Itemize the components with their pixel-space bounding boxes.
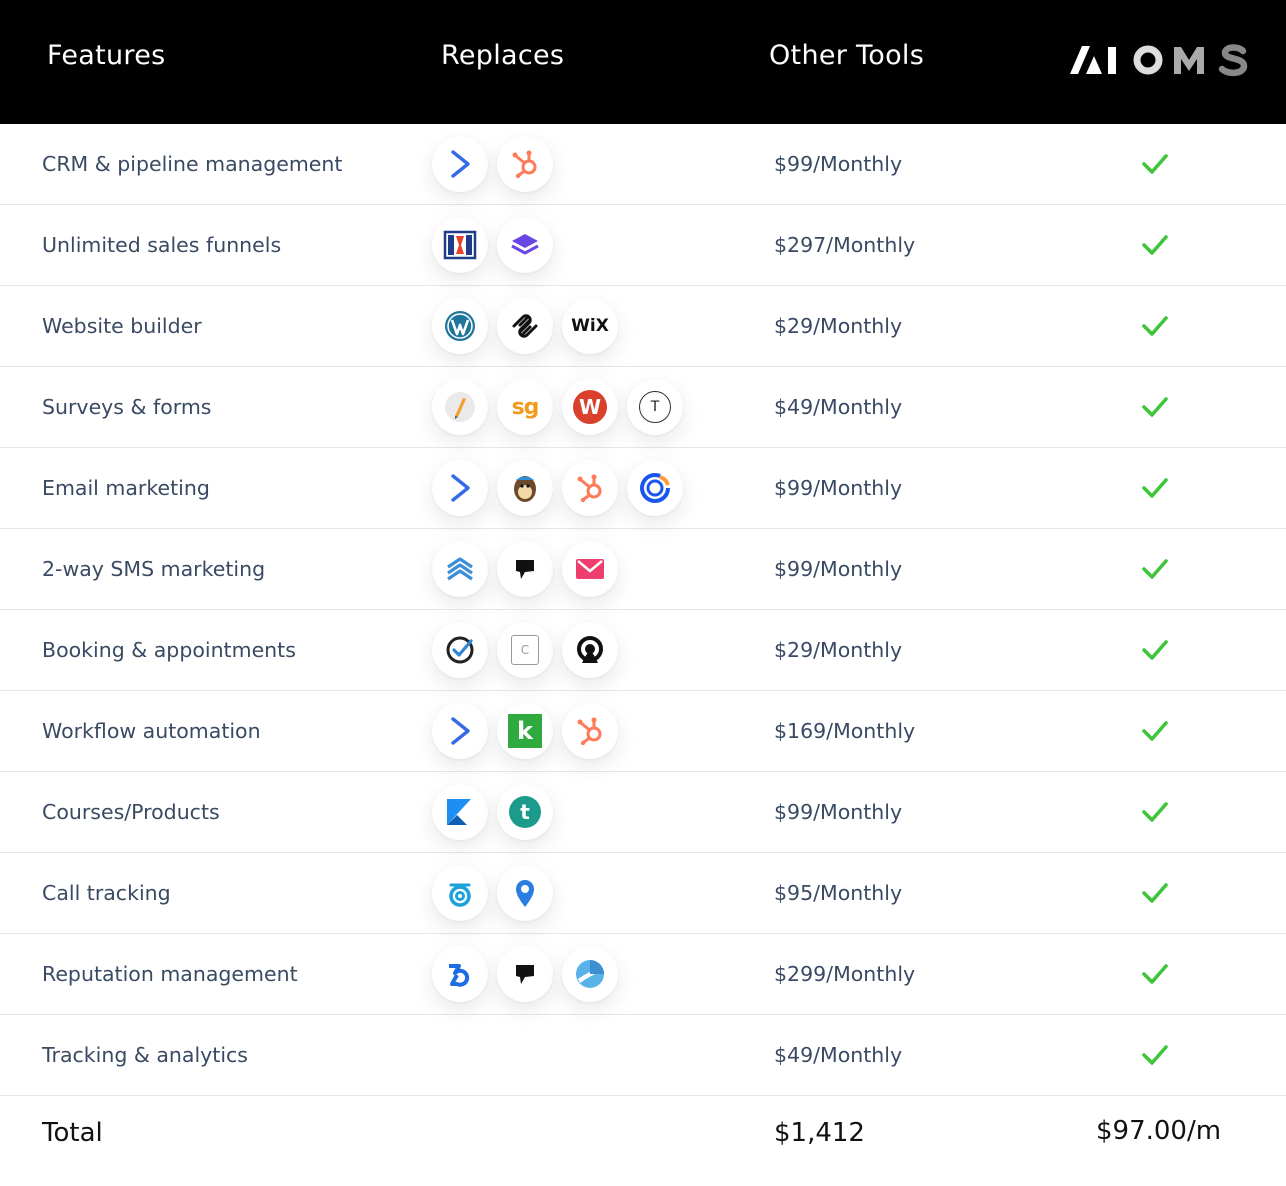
typeform-icon: T: [627, 379, 683, 435]
simpletexting-icon: [562, 541, 618, 597]
replaced-tools: [432, 217, 553, 273]
callrail-icon: [432, 865, 488, 921]
check-icon: [1140, 393, 1170, 421]
leadpages-icon: [497, 217, 553, 273]
check-icon: [1140, 960, 1170, 988]
replaces-column-header: Replaces: [441, 40, 565, 71]
replaced-tools: [432, 946, 618, 1002]
other-tools-price: $99/Monthly: [774, 152, 903, 176]
activecampaign-icon: [432, 136, 488, 192]
aioms-logo: [1070, 44, 1248, 77]
check-icon: [1140, 798, 1170, 826]
textmagic-icon: [432, 541, 488, 597]
check-icon: [1140, 555, 1170, 583]
feature-name: Unlimited sales funnels: [42, 233, 282, 257]
replaced-tools: [432, 460, 683, 516]
birdeye-icon: [432, 946, 488, 1002]
check-icon: [1140, 879, 1170, 907]
other-tools-price: $99/Monthly: [774, 557, 903, 581]
wordpress-icon: [432, 298, 488, 354]
table-row: 2-way SMS marketing $99/Monthly: [0, 529, 1286, 610]
total-row: Total $1,412 $97.00/m: [0, 1084, 1286, 1186]
replaced-tools: [432, 136, 553, 192]
podium-icon: [497, 541, 553, 597]
yext-icon: [562, 946, 618, 1002]
hubspot-icon: [562, 460, 618, 516]
hubspot-icon: [497, 136, 553, 192]
other-tools-price: $99/Monthly: [774, 476, 903, 500]
feature-name: Surveys & forms: [42, 395, 212, 419]
check-icon: [1140, 636, 1170, 664]
activecampaign-icon: [432, 703, 488, 759]
check-icon: [1140, 1041, 1170, 1069]
table-row: Booking & appointments C $29/Monthly: [0, 610, 1286, 691]
acuity-icon: [432, 622, 488, 678]
comparison-table: CRM & pipeline management $99/Monthly Un…: [0, 124, 1286, 1096]
features-column-header: Features: [47, 40, 166, 71]
other-tools-price: $169/Monthly: [774, 719, 916, 743]
feature-name: Workflow automation: [42, 719, 261, 743]
activecampaign-icon: [432, 460, 488, 516]
squarespace-icon: [497, 298, 553, 354]
replaced-tools: sg W T: [432, 379, 683, 435]
feature-name: Website builder: [42, 314, 202, 338]
total-label: Total: [42, 1118, 103, 1148]
hubspot-icon: [562, 703, 618, 759]
other-tools-price: $95/Monthly: [774, 881, 903, 905]
calendly-icon: C: [497, 622, 553, 678]
check-icon: [1140, 717, 1170, 745]
feature-name: Reputation management: [42, 962, 298, 986]
wix-icon: WiX: [562, 298, 618, 354]
feature-name: Call tracking: [42, 881, 171, 905]
calltrackingmetrics-icon: [497, 865, 553, 921]
table-row: CRM & pipeline management $99/Monthly: [0, 124, 1286, 205]
other-tools-column-header: Other Tools: [769, 40, 925, 71]
feature-name: Tracking & analytics: [42, 1043, 248, 1067]
mailchimp-icon: [497, 460, 553, 516]
other-tools-price: $29/Monthly: [774, 314, 903, 338]
total-other-tools-price: $1,412: [774, 1118, 865, 1148]
feature-name: Courses/Products: [42, 800, 220, 824]
table-row: Call tracking $95/Monthly: [0, 853, 1286, 934]
table-header: Features Replaces Other Tools: [0, 0, 1286, 124]
wufoo-icon: W: [562, 379, 618, 435]
other-tools-price: $49/Monthly: [774, 395, 903, 419]
table-row: Workflow automation k $169/Monthly: [0, 691, 1286, 772]
table-row: Reputation management $299/Monthly: [0, 934, 1286, 1015]
feature-name: Booking & appointments: [42, 638, 296, 662]
replaced-tools: WiX: [432, 298, 618, 354]
table-row: Website builder WiX $29/Monthly: [0, 286, 1286, 367]
feature-name: CRM & pipeline management: [42, 152, 343, 176]
check-icon: [1140, 474, 1170, 502]
table-row: Courses/Products t $99/Monthly: [0, 772, 1286, 853]
other-tools-price: $49/Monthly: [774, 1043, 903, 1067]
other-tools-price: $299/Monthly: [774, 962, 916, 986]
teachable-icon: t: [497, 784, 553, 840]
feature-name: Email marketing: [42, 476, 210, 500]
podium-icon: [497, 946, 553, 1002]
surveygizmo-icon: sg: [497, 379, 553, 435]
total-aioms-price: $97.00/m: [1096, 1116, 1222, 1146]
check-icon: [1140, 150, 1170, 178]
replaced-tools: t: [432, 784, 553, 840]
replaced-tools: k: [432, 703, 618, 759]
other-tools-price: $297/Monthly: [774, 233, 916, 257]
kajabi-icon: [432, 784, 488, 840]
check-icon: [1140, 312, 1170, 340]
appointlet-icon: [562, 622, 618, 678]
keap-icon: k: [497, 703, 553, 759]
table-row: Surveys & forms sg W T $49/Monthly: [0, 367, 1286, 448]
table-row: Unlimited sales funnels $297/Monthly: [0, 205, 1286, 286]
jotform-icon: [432, 379, 488, 435]
other-tools-price: $29/Monthly: [774, 638, 903, 662]
table-row: Email marketing $99/Monthly: [0, 448, 1286, 529]
replaced-tools: [432, 865, 553, 921]
replaced-tools: C: [432, 622, 618, 678]
constantcontact-icon: [627, 460, 683, 516]
check-icon: [1140, 231, 1170, 259]
other-tools-price: $99/Monthly: [774, 800, 903, 824]
replaced-tools: [432, 541, 618, 597]
feature-name: 2-way SMS marketing: [42, 557, 266, 581]
clickfunnels-icon: [432, 217, 488, 273]
